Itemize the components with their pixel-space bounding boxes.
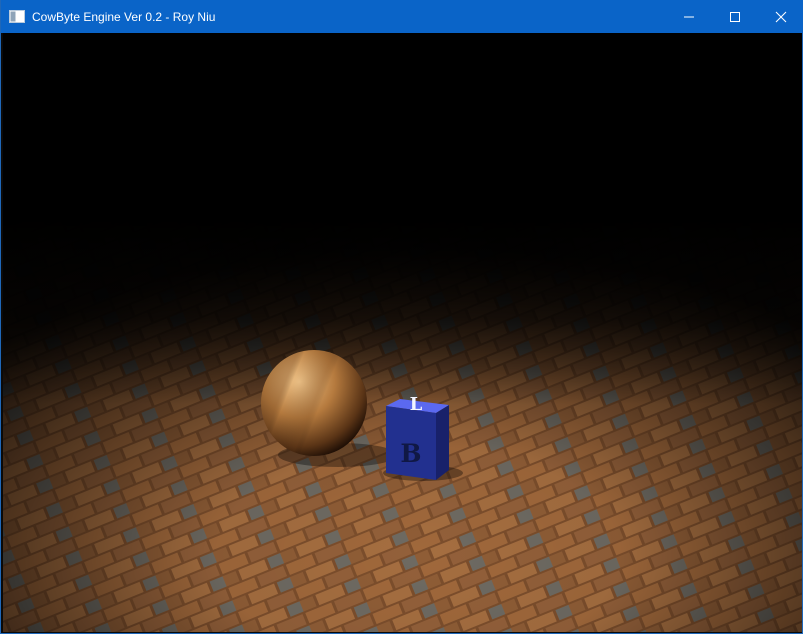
render-viewport[interactable]: L B (3, 33, 802, 632)
title-bar[interactable]: CowByte Engine Ver 0.2 - Roy Niu (1, 0, 803, 33)
scene-canvas: L B (3, 33, 802, 632)
app-window-icon (9, 10, 25, 23)
window-title: CowByte Engine Ver 0.2 - Roy Niu (32, 10, 216, 24)
maximize-button[interactable] (712, 0, 758, 33)
close-icon (775, 11, 787, 22)
minimize-button[interactable] (666, 0, 712, 33)
maximize-icon (730, 11, 740, 22)
cube-front-letter: B (400, 439, 421, 468)
app-window: CowByte Engine Ver 0.2 - Roy Niu L B (0, 0, 803, 634)
close-button[interactable] (758, 0, 803, 33)
wood-sphere (261, 350, 367, 456)
minimize-icon (684, 16, 694, 17)
letter-block-cube: L B (386, 394, 449, 480)
cube-top-letter: L (410, 394, 423, 415)
